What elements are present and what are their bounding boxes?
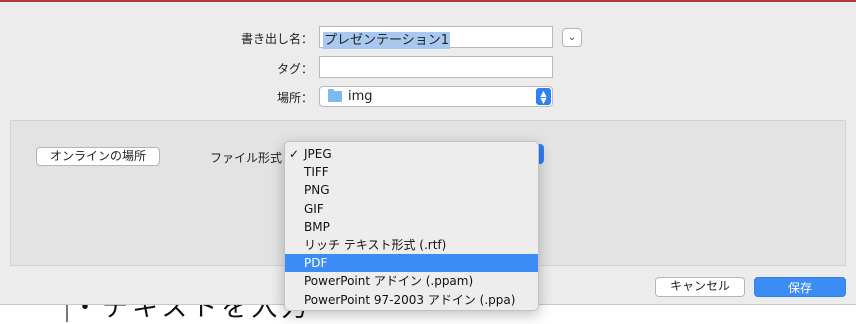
format-menu-item[interactable]: ✓ JPEG — [285, 145, 538, 163]
format-menu-item[interactable]: TIFF — [285, 163, 538, 181]
file-format-menu: ✓ JPEG TIFF PNG GIF BMP リッチ テキスト形式 (.rtf) PDF Po… — [284, 141, 539, 311]
format-menu-item[interactable]: BMP — [285, 218, 538, 236]
format-menu-item-label: GIF — [304, 201, 324, 216]
export-name-field[interactable]: プレゼンテーション1 — [319, 26, 553, 49]
folder-icon — [328, 89, 342, 102]
format-menu-item-label: PDF — [304, 256, 328, 271]
tag-field[interactable] — [319, 56, 553, 78]
popup-stepper-icon: ▲ ▼ — [536, 88, 551, 105]
format-menu-item-label: リッチ テキスト形式 (.rtf) — [304, 237, 447, 252]
location-label: 場所： — [276, 91, 313, 105]
location-value: img — [348, 89, 373, 104]
location-popup[interactable]: img ▲ ▼ — [319, 86, 553, 107]
online-locations-button[interactable]: オンラインの場所 — [36, 147, 160, 166]
format-menu-item-label: PowerPoint 97-2003 アドイン (.ppa) — [304, 292, 516, 307]
export-name-value: プレゼンテーション1 — [323, 32, 451, 49]
format-menu-item[interactable]: PDF — [285, 254, 538, 273]
format-menu-item[interactable]: リッチ テキスト形式 (.rtf) — [285, 236, 538, 254]
format-menu-item-label: JPEG — [304, 147, 332, 161]
format-menu-item-label: PowerPoint アドイン (.ppam) — [304, 274, 474, 289]
format-menu-item[interactable]: PNG — [285, 181, 538, 199]
checkmark-icon: ✓ — [289, 147, 300, 161]
cancel-button[interactable]: キャンセル — [655, 277, 745, 297]
tag-label: タグ： — [276, 62, 313, 76]
export-name-label: 書き出し名： — [240, 32, 313, 46]
file-format-label: ファイル形式 — [210, 151, 283, 165]
format-menu-item[interactable]: GIF — [285, 200, 538, 218]
expand-dialog-button[interactable]: ⌄ — [562, 28, 582, 47]
format-menu-item-label: BMP — [304, 219, 330, 234]
format-menu-item-label: TIFF — [304, 165, 329, 180]
format-menu-item[interactable]: PowerPoint 97-2003 アドイン (.ppa) — [285, 291, 538, 309]
format-menu-item[interactable]: PowerPoint アドイン (.ppam) — [285, 272, 538, 290]
chevron-down-icon: ⌄ — [567, 32, 577, 43]
format-menu-item-label: PNG — [304, 183, 330, 198]
save-button[interactable]: 保存 — [754, 277, 846, 297]
